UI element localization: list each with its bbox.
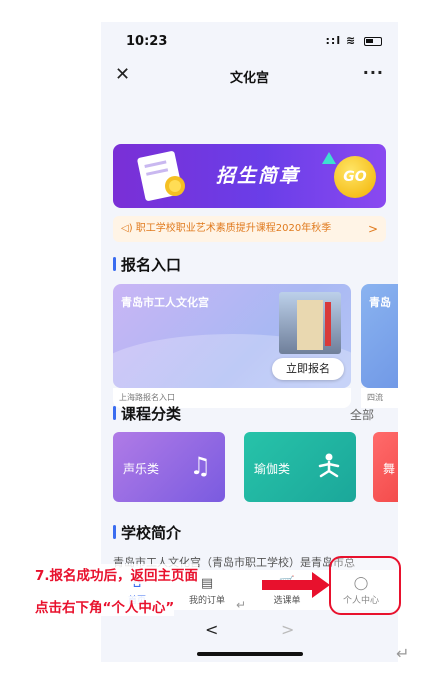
enrollment-banner[interactable]: 招生简章 GO bbox=[113, 144, 386, 208]
chevron-right-icon: > bbox=[367, 222, 378, 236]
more-options-icon[interactable]: ··· bbox=[363, 63, 384, 82]
registration-card-2-title: 青岛 bbox=[369, 296, 391, 309]
back-arrow-icon[interactable]: < bbox=[205, 620, 218, 639]
annotation-line-1: 7.报名成功后，返回主页面 bbox=[35, 564, 199, 584]
register-now-button[interactable]: 立即报名 bbox=[272, 358, 344, 380]
return-mark-icon: ↵ bbox=[396, 644, 410, 663]
triangle-decoration bbox=[322, 152, 336, 164]
document-icon bbox=[137, 151, 185, 201]
music-note-icon: ♫ bbox=[189, 452, 211, 480]
battery-icon bbox=[364, 36, 382, 46]
forward-arrow-icon[interactable]: > bbox=[281, 620, 294, 639]
red-arrow-shaft bbox=[262, 580, 314, 590]
status-time: 10:23 bbox=[126, 34, 168, 49]
go-button[interactable]: GO bbox=[334, 156, 376, 198]
intro-section-title: 学校简介 bbox=[113, 522, 181, 543]
status-bar: 10:23 ::l ≋ bbox=[101, 22, 398, 60]
wifi-icon: ≋ bbox=[345, 34, 357, 47]
home-indicator bbox=[197, 652, 303, 656]
browser-bottom-bar: < > bbox=[101, 610, 398, 662]
yoga-icon bbox=[318, 453, 340, 478]
banner-stripe bbox=[325, 302, 331, 346]
category-label: 舞 bbox=[383, 462, 396, 476]
system-icons: ::l ≋ bbox=[326, 34, 382, 47]
tab-cart-label: 选课单 bbox=[273, 596, 301, 606]
red-arrow-head bbox=[312, 572, 330, 598]
annotation-line-2: 点击右下角“个人中心” bbox=[35, 596, 175, 616]
categories-section-title: 课程分类 bbox=[113, 403, 181, 424]
category-label: 瑜伽类 bbox=[254, 462, 291, 476]
page: 10:23 ::l ≋ ✕ 文化宫 ··· 招生简章 GO ◁) 职工学校职业艺… bbox=[0, 0, 437, 677]
registration-card-2-footer: 四流 bbox=[361, 388, 398, 408]
profile-highlight-box bbox=[329, 556, 401, 615]
category-vocal[interactable]: 声乐类 ♫ bbox=[113, 432, 225, 502]
banner-title: 招生简章 bbox=[216, 165, 301, 187]
registration-card-title: 青岛市工人文化宫 bbox=[121, 296, 209, 309]
building-image bbox=[279, 292, 341, 354]
registration-section-title: 报名入口 bbox=[113, 254, 181, 275]
category-label: 声乐类 bbox=[123, 462, 160, 476]
signal-icon: ::l bbox=[325, 34, 342, 47]
tab-orders-label: 我的订单 bbox=[188, 596, 225, 606]
navigation-bar: ✕ 文化宫 ··· bbox=[101, 60, 398, 92]
building-shape bbox=[297, 300, 323, 350]
registration-card-2[interactable]: 青岛 bbox=[361, 284, 398, 388]
page-title: 文化宫 bbox=[229, 71, 269, 86]
return-mark-icon: ↵ bbox=[236, 598, 247, 612]
notice-text: ◁) 职工学校职业艺术素质提升课程2020年秋季 bbox=[121, 223, 332, 234]
category-yoga[interactable]: 瑜伽类 bbox=[244, 432, 356, 502]
notice-bar[interactable]: ◁) 职工学校职业艺术素质提升课程2020年秋季 > bbox=[113, 216, 386, 242]
all-categories-link[interactable]: 全部 bbox=[350, 406, 374, 423]
category-dance[interactable]: 舞 bbox=[373, 432, 398, 502]
